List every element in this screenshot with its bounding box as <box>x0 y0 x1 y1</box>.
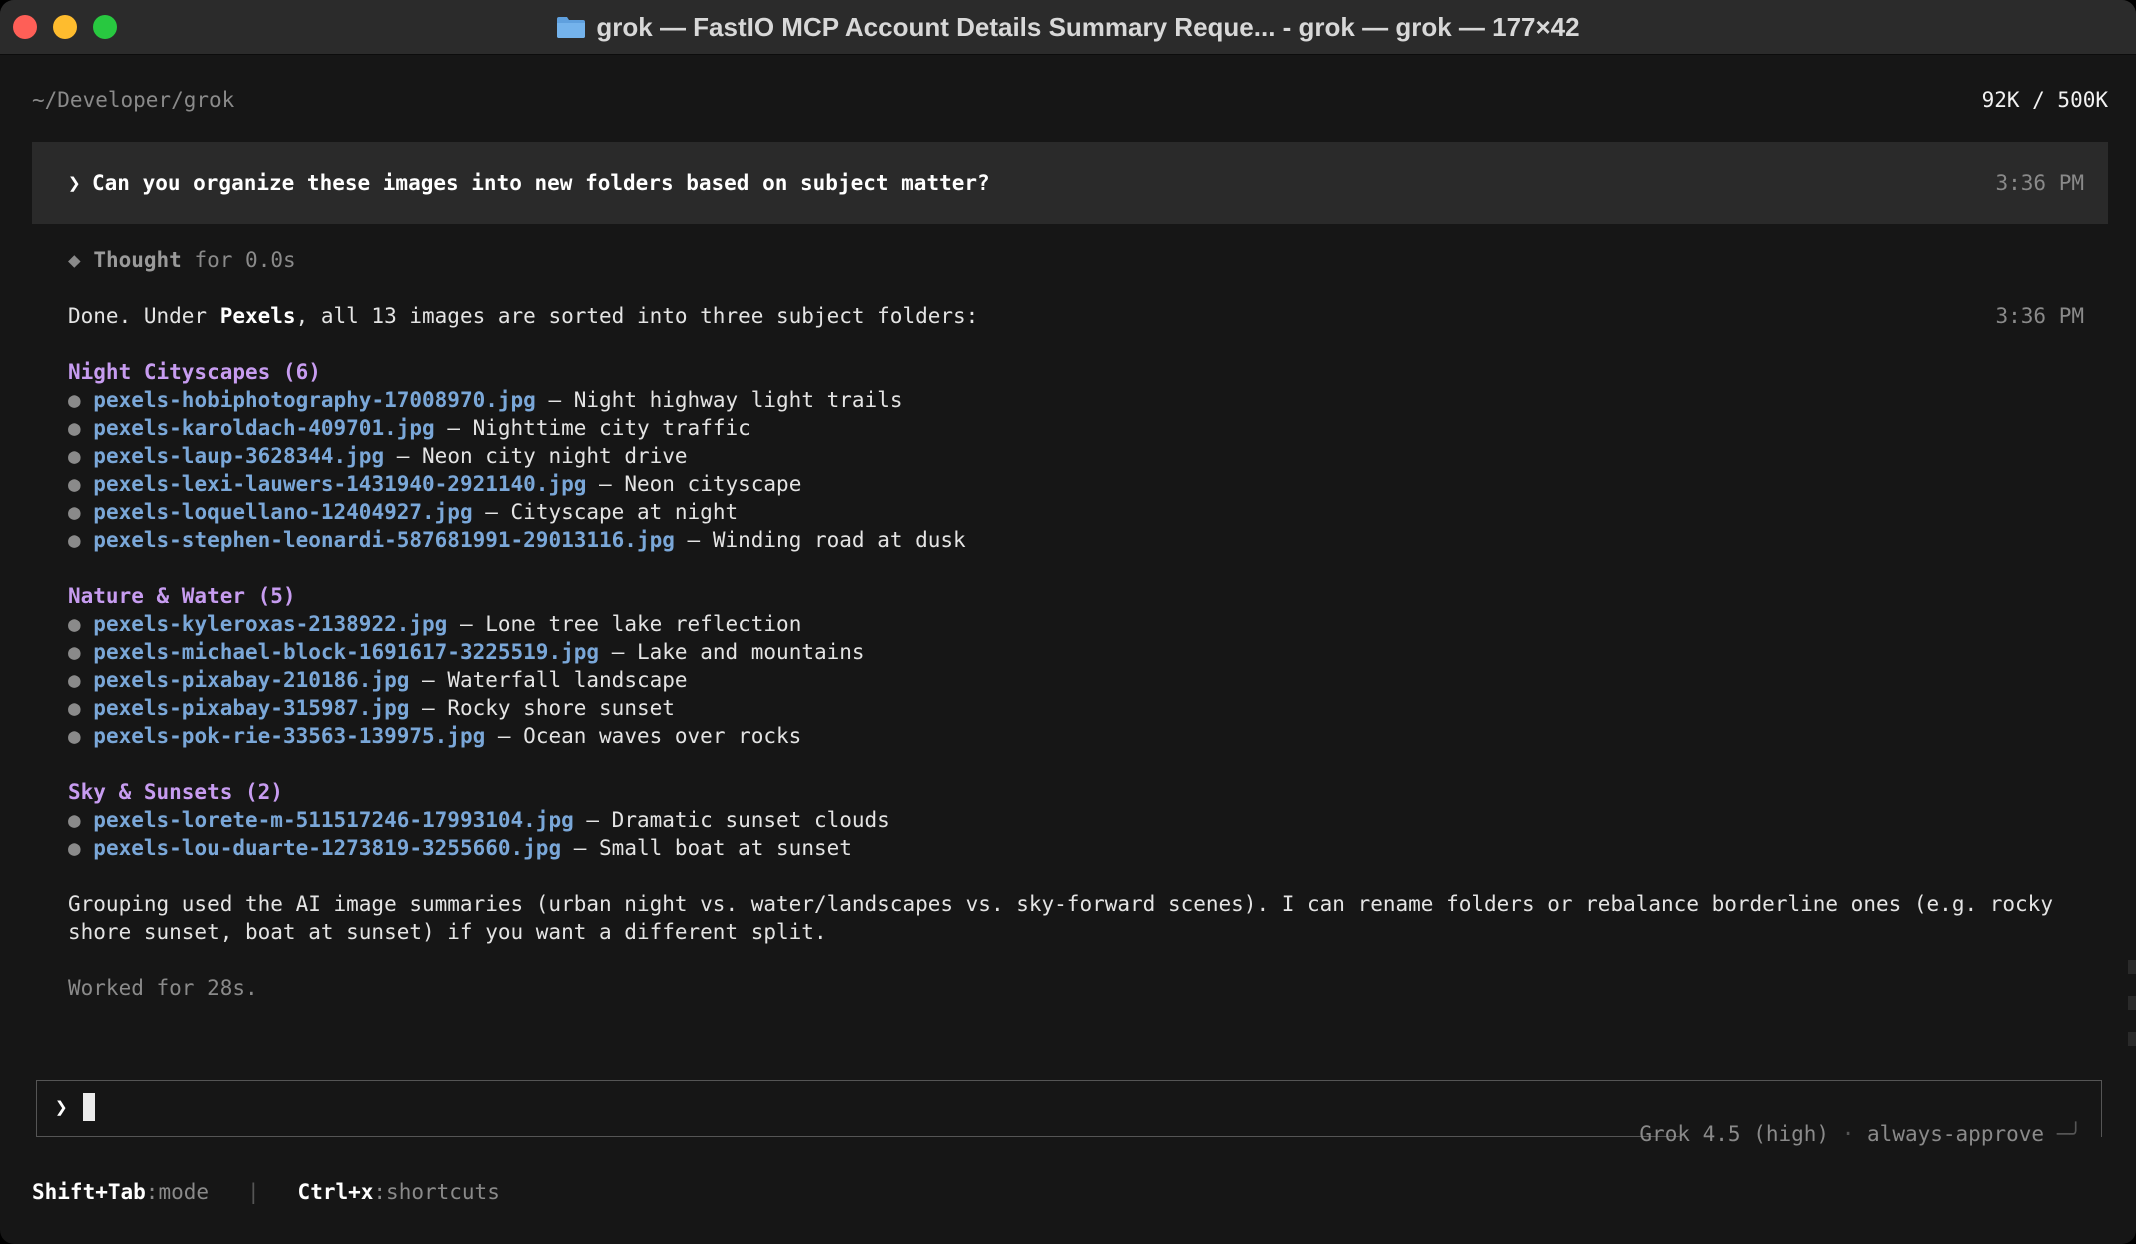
list-item: ● pexels-pixabay-210186.jpg – Waterfall … <box>68 668 688 692</box>
intro-bold: Pexels <box>219 304 296 328</box>
list-item: ● pexels-lou-duarte-1273819-3255660.jpg … <box>68 836 852 860</box>
shortcuts-key: Ctrl+x <box>297 1180 374 1204</box>
list-item: ● pexels-lorete-m-511517246-17993104.jpg… <box>68 808 890 832</box>
prompt-chevron-icon: ❯ <box>68 171 81 195</box>
response-time: 3:36 PM <box>1995 304 2084 328</box>
file-description: – Winding road at dusk <box>687 528 966 552</box>
thought-label: Thought <box>93 248 182 272</box>
file-link[interactable]: pexels-lexi-lauwers-1431940-2921140.jpg <box>93 472 586 496</box>
list-item: ● pexels-hobiphotography-17008970.jpg – … <box>68 388 903 412</box>
summary-line-2: shore sunset, boat at sunset) if you wan… <box>68 920 827 944</box>
footer-hints: Shift+Tab:mode | Ctrl+x:shortcuts <box>32 1180 500 1204</box>
intro-post: , all 13 images are sorted into three su… <box>295 304 979 328</box>
list-item: ● pexels-loquellano-12404927.jpg – Citys… <box>68 500 739 524</box>
file-link[interactable]: pexels-laup-3628344.jpg <box>93 444 384 468</box>
list-item: ● pexels-stephen-leonardi-587681991-2901… <box>68 528 966 552</box>
window-title: grok — FastIO MCP Account Details Summar… <box>596 11 1580 42</box>
user-message-time: 3:36 PM <box>1995 171 2084 195</box>
box-corner: ─╯ <box>2056 1122 2082 1146</box>
folder-icon <box>557 17 586 38</box>
file-link[interactable]: pexels-michael-block-1691617-3225519.jpg <box>93 640 599 664</box>
file-description: – Nighttime city traffic <box>447 416 751 440</box>
terminal-window: grok — FastIO MCP Account Details Summar… <box>0 0 2136 1244</box>
shortcuts-label: :shortcuts <box>373 1180 500 1204</box>
file-description: – Night highway light trails <box>548 388 903 412</box>
list-item: ● pexels-lexi-lauwers-1431940-2921140.jp… <box>68 472 802 496</box>
list-item: ● pexels-karoldach-409701.jpg – Nighttim… <box>68 416 751 440</box>
file-link[interactable]: pexels-hobiphotography-17008970.jpg <box>93 388 536 412</box>
file-link[interactable]: pexels-pixabay-210186.jpg <box>93 668 409 692</box>
terminal-content: ~/Developer/grok 92K / 500K ❯ Can you or… <box>32 54 2136 1244</box>
approval-mode[interactable]: always-approve <box>1867 1122 2044 1146</box>
list-item: ● pexels-michael-block-1691617-3225519.j… <box>68 640 865 664</box>
list-item: ● pexels-pixabay-315987.jpg – Rocky shor… <box>68 696 675 720</box>
user-message-text: Can you organize these images into new f… <box>92 171 990 195</box>
file-description: – Neon city night drive <box>396 444 688 468</box>
diamond-icon: ◆ <box>68 248 81 272</box>
thought-line[interactable]: ◆ Thought for 0.0s <box>68 248 296 272</box>
file-link[interactable]: pexels-loquellano-12404927.jpg <box>93 500 472 524</box>
file-link[interactable]: pexels-lorete-m-511517246-17993104.jpg <box>93 808 573 832</box>
mode-key: Shift+Tab <box>32 1180 146 1204</box>
list-item: ● pexels-laup-3628344.jpg – Neon city ni… <box>68 444 688 468</box>
intro-pre: Done. Under <box>68 304 220 328</box>
file-link[interactable]: pexels-kyleroxas-2138922.jpg <box>93 612 447 636</box>
file-description: – Dramatic sunset clouds <box>586 808 890 832</box>
title-bar: grok — FastIO MCP Account Details Summar… <box>0 0 2136 55</box>
file-link[interactable]: pexels-pixabay-315987.jpg <box>93 696 409 720</box>
status-separator: · <box>1841 1122 1855 1146</box>
file-description: – Small boat at sunset <box>573 836 852 860</box>
file-description: – Rocky shore sunset <box>422 696 675 720</box>
thought-duration: for 0.0s <box>194 248 296 272</box>
group-heading: Night Cityscapes (6) <box>68 360 321 384</box>
user-message: ❯ Can you organize these images into new… <box>32 142 2108 224</box>
model-status: Grok 4.5 (high) · always-approve ─╯ <box>1639 1122 2082 1146</box>
file-description: – Waterfall landscape <box>422 668 688 692</box>
scrollbar[interactable] <box>2128 960 2136 1068</box>
file-description: – Ocean waves over rocks <box>497 724 802 748</box>
file-description: – Cityscape at night <box>485 500 739 524</box>
footer-divider: | <box>246 1180 260 1204</box>
file-description: – Neon cityscape <box>599 472 802 496</box>
group-heading: Nature & Water (5) <box>68 584 296 608</box>
group-heading: Sky & Sunsets (2) <box>68 780 283 804</box>
file-description: – Lake and mountains <box>611 640 865 664</box>
list-item: ● pexels-pok-rie-33563-139975.jpg – Ocea… <box>68 724 802 748</box>
file-link[interactable]: pexels-karoldach-409701.jpg <box>93 416 434 440</box>
text-cursor <box>83 1093 95 1121</box>
summary-line-1: Grouping used the AI image summaries (ur… <box>68 892 2053 916</box>
mode-label: :mode <box>145 1180 210 1204</box>
file-link[interactable]: pexels-pok-rie-33563-139975.jpg <box>93 724 485 748</box>
list-item: ● pexels-kyleroxas-2138922.jpg – Lone tr… <box>68 612 802 636</box>
worked-duration: Worked for 28s. <box>68 976 258 1000</box>
file-description: – Lone tree lake reflection <box>459 612 802 636</box>
model-name[interactable]: Grok 4.5 (high) <box>1639 1122 1829 1146</box>
file-link[interactable]: pexels-lou-duarte-1273819-3255660.jpg <box>93 836 561 860</box>
token-usage: 92K / 500K <box>1981 88 2108 112</box>
response-intro: Done. Under Pexels, all 13 images are so… <box>68 304 978 328</box>
file-link[interactable]: pexels-stephen-leonardi-587681991-290131… <box>93 528 675 552</box>
working-directory: ~/Developer/grok <box>32 88 235 112</box>
prompt-chevron-icon: ❯ <box>55 1095 68 1119</box>
